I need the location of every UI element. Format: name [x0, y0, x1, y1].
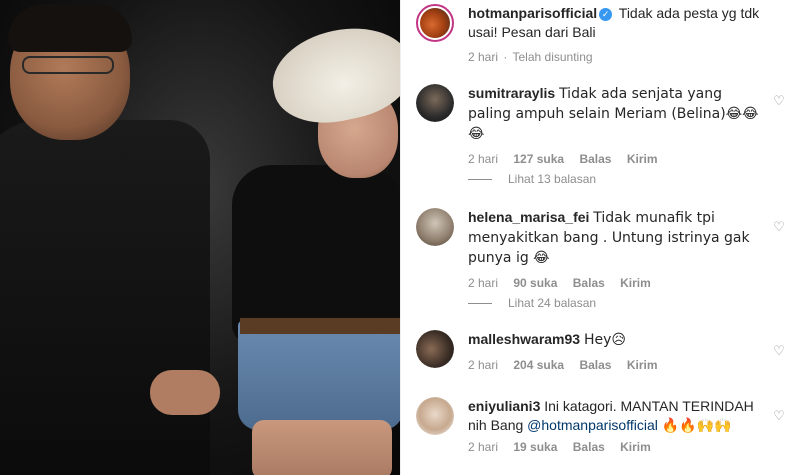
- post-edited-label: Telah disunting: [512, 50, 593, 64]
- comment-time[interactable]: 2 hari: [468, 440, 498, 454]
- post-time[interactable]: 2 hari: [468, 50, 498, 64]
- mention-link[interactable]: @hotmanparisofficial: [527, 417, 658, 433]
- commenter-avatar[interactable]: [416, 84, 454, 122]
- reply-button[interactable]: Balas: [579, 152, 611, 166]
- comment-likes[interactable]: 204 suka: [513, 358, 564, 372]
- reply-button[interactable]: Balas: [573, 440, 605, 454]
- comment-item: ♡ helena_marisa_fei Tidak munafik tpi me…: [416, 208, 786, 290]
- photo-shorts: [238, 320, 400, 430]
- post-author-username[interactable]: hotmanparisofficial: [468, 5, 597, 21]
- comment-username[interactable]: helena_marisa_fei: [468, 209, 589, 225]
- heart-icon[interactable]: ♡: [772, 94, 786, 108]
- send-button[interactable]: Kirim: [627, 358, 658, 372]
- commenter-avatar[interactable]: [416, 208, 454, 246]
- photo-man-glasses: [22, 56, 114, 74]
- send-button[interactable]: Kirim: [620, 440, 651, 454]
- send-button[interactable]: Kirim: [620, 276, 651, 290]
- heart-icon[interactable]: ♡: [772, 220, 786, 234]
- comment-emoji: 🔥🔥🙌🙌: [661, 418, 732, 434]
- commenter-avatar[interactable]: [416, 397, 454, 435]
- post-photo: [0, 0, 400, 475]
- comment-likes[interactable]: 90 suka: [513, 276, 557, 290]
- comment-item: ♡ sumitraraylis Tidak ada senjata yang p…: [416, 84, 786, 166]
- commenter-avatar[interactable]: [416, 330, 454, 368]
- heart-icon[interactable]: ♡: [772, 344, 786, 358]
- comment-likes[interactable]: 19 suka: [513, 440, 557, 454]
- comment-item: ♡ malleshwaram93 Hey😥 2 hari 204 suka Ba…: [416, 330, 786, 372]
- photo-man-body: [0, 120, 210, 475]
- comment-username[interactable]: sumitraraylis: [468, 85, 555, 101]
- comment-username[interactable]: malleshwaram93: [468, 331, 580, 347]
- photo-legs: [252, 420, 392, 475]
- send-button[interactable]: Kirim: [627, 152, 658, 166]
- comment-time[interactable]: 2 hari: [468, 276, 498, 290]
- reply-button[interactable]: Balas: [573, 276, 605, 290]
- verified-badge-icon: ✓: [599, 8, 613, 21]
- comment-likes[interactable]: 127 suka: [513, 152, 564, 166]
- photo-hands: [150, 370, 220, 415]
- view-replies-button[interactable]: Lihat 24 balasan: [468, 296, 596, 310]
- comment-text: Hey😥: [583, 332, 626, 348]
- comment-time[interactable]: 2 hari: [468, 152, 498, 166]
- comments-panel: hotmanparisofficial ✓ Tidak ada pesta yg …: [400, 0, 800, 475]
- heart-icon[interactable]: ♡: [772, 409, 786, 423]
- view-replies-button[interactable]: Lihat 13 balasan: [468, 172, 596, 186]
- replies-divider: [468, 179, 492, 181]
- reply-button[interactable]: Balas: [579, 358, 611, 372]
- comment-time[interactable]: 2 hari: [468, 358, 498, 372]
- comment-item: ♡ eniyuliani3 Ini katagori. MANTAN TERIN…: [416, 397, 786, 454]
- post-author-avatar[interactable]: [416, 4, 454, 42]
- comment-username[interactable]: eniyuliani3: [468, 398, 540, 414]
- photo-man-hair: [8, 4, 132, 52]
- post-caption: hotmanparisofficial ✓ Tidak ada pesta yg …: [416, 4, 786, 64]
- replies-divider: [468, 303, 492, 305]
- photo-belt: [240, 318, 400, 334]
